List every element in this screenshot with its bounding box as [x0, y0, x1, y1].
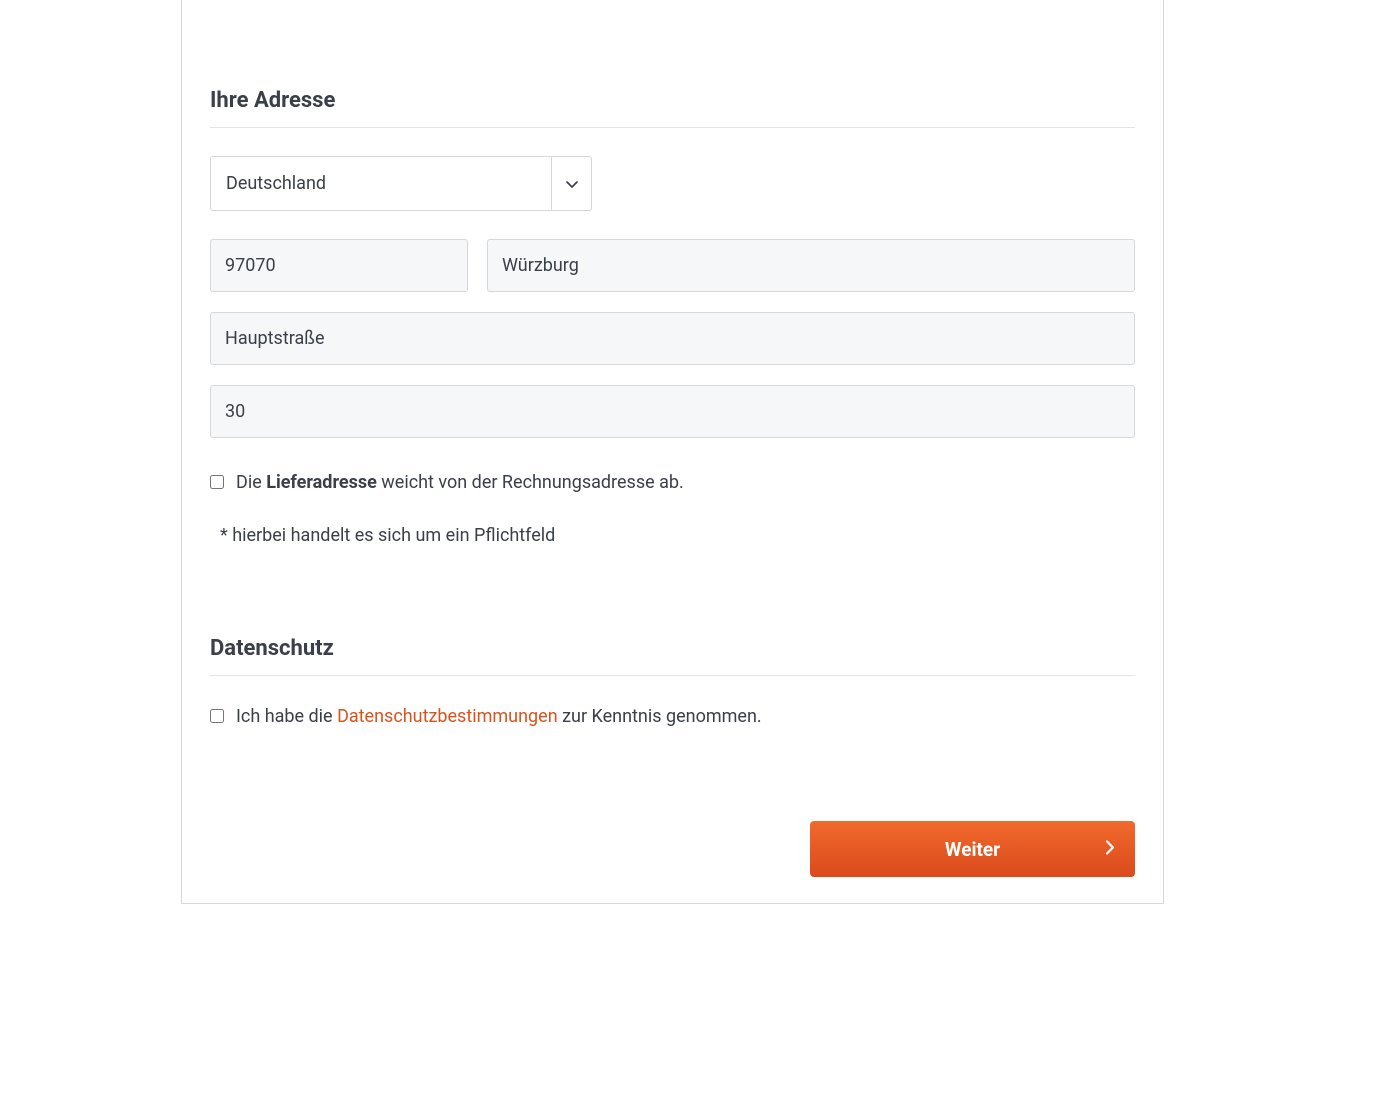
privacy-row[interactable]: Ich habe die Datenschutzbestimmungen zur…	[210, 704, 1135, 729]
form-panel: Ihre Adresse Deutschland Die Lieferadres…	[181, 0, 1164, 904]
chevron-right-icon	[1105, 838, 1115, 861]
address-section-title: Ihre Adresse	[210, 0, 1135, 127]
shipping-differs-row[interactable]: Die Lieferadresse weicht von der Rechnun…	[210, 470, 1135, 495]
shipping-differs-label: Die Lieferadresse weicht von der Rechnun…	[236, 470, 684, 495]
shipping-differs-checkbox[interactable]	[210, 475, 224, 489]
chevron-down-icon[interactable]	[552, 156, 592, 211]
city-input[interactable]	[487, 239, 1135, 292]
privacy-label: Ich habe die Datenschutzbestimmungen zur…	[236, 704, 762, 729]
divider	[210, 127, 1135, 128]
country-select[interactable]: Deutschland	[210, 156, 1135, 211]
house-number-input[interactable]	[210, 385, 1135, 438]
continue-button[interactable]: Weiter	[810, 821, 1135, 877]
divider	[210, 675, 1135, 676]
privacy-checkbox[interactable]	[210, 709, 224, 723]
privacy-link[interactable]: Datenschutzbestimmungen	[337, 706, 558, 727]
street-input[interactable]	[210, 312, 1135, 365]
privacy-section-title: Datenschutz	[210, 546, 1135, 675]
zip-input[interactable]	[210, 239, 468, 292]
continue-button-label: Weiter	[945, 838, 1000, 861]
country-select-value[interactable]: Deutschland	[210, 156, 552, 211]
required-note: * hierbei handelt es sich um ein Pflicht…	[210, 525, 1135, 546]
